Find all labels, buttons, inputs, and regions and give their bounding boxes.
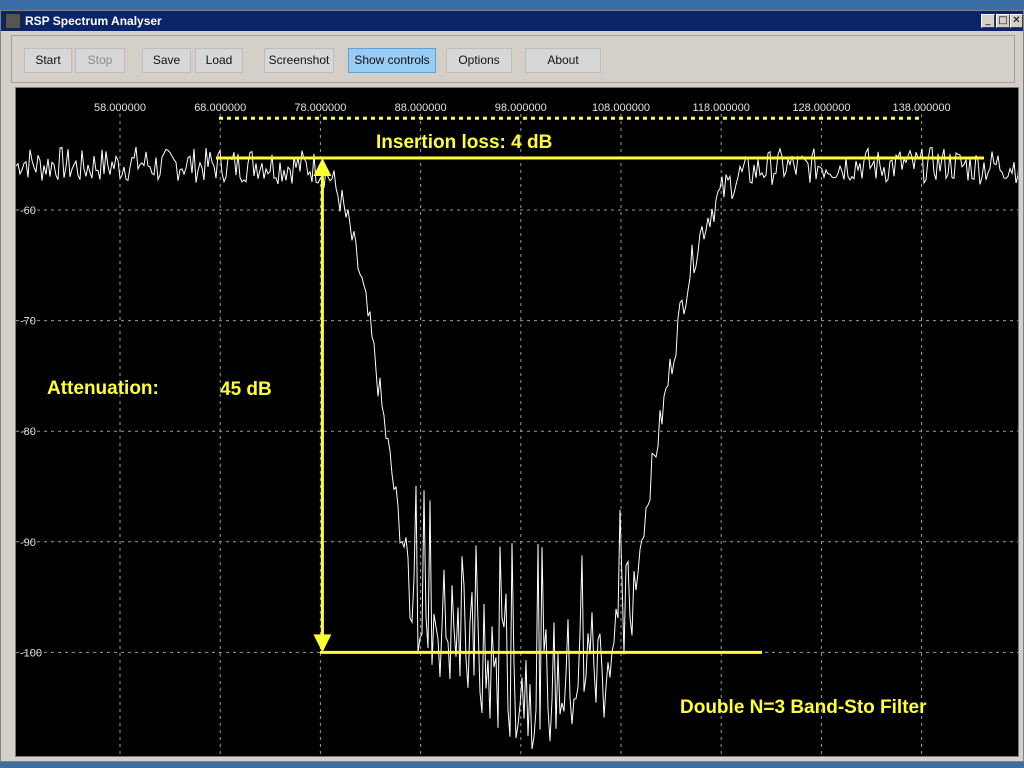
spectrum-chart: 58.000000 68.000000 78.000000 88.000000 98.0… [16,102,1018,756]
close-button[interactable]: ✕ [1010,14,1023,28]
desktop-strip [0,762,1024,768]
toolbar: Start Stop Save Load Screenshot Show con… [11,35,1015,83]
start-button[interactable]: Start [24,48,72,73]
minimize-button[interactable]: _ [981,14,995,28]
x-tick-label: 118.000000 [693,102,750,114]
y-tick-label: -90 [20,537,36,549]
y-tick-label: -70 [20,316,36,328]
title-bar[interactable]: RSP Spectrum Analyser _ □ ✕ [1,11,1023,31]
spectrum-plot[interactable]: 58.000000 68.000000 78.000000 88.000000 98.0… [15,87,1019,757]
x-tick-label: 88.000000 [395,102,447,114]
attenuation-arrow-head-down [313,634,332,653]
maximize-button[interactable]: □ [996,14,1010,28]
app-window: RSP Spectrum Analyser _ □ ✕ Start Stop S… [0,10,1024,762]
spectrum-trace [16,146,1018,750]
options-button[interactable]: Options [446,48,512,73]
window-title: RSP Spectrum Analyser [25,14,162,28]
x-tick-label: 128.000000 [792,102,850,114]
x-tick-label: 138.000000 [893,102,951,114]
attenuation-value: 45 dB [220,379,272,400]
stop-button[interactable]: Stop [75,48,125,73]
load-button[interactable]: Load [195,48,243,73]
insertion-loss-label: Insertion loss: 4 dB [376,132,552,153]
x-tick-label: 108.000000 [592,102,650,114]
x-tick-label: 58.000000 [94,102,146,114]
screenshot-button[interactable]: Screenshot [264,48,334,73]
y-tick-label: -80 [20,426,36,438]
attenuation-label: Attenuation: [47,378,159,399]
about-button[interactable]: About [525,48,601,73]
y-tick-label: -60 [20,205,36,217]
y-tick-label: -100 [20,647,42,659]
attenuation-arrow-head-up [313,158,332,177]
show-controls-button[interactable]: Show controls [348,48,436,73]
x-tick-label: 78.000000 [294,102,346,114]
filter-name-label: Double N=3 Band-Sto Filter [680,697,927,718]
x-tick-label: 98.000000 [495,102,547,114]
save-button[interactable]: Save [142,48,191,73]
x-tick-label: 68.000000 [194,102,246,114]
app-icon [5,13,21,29]
